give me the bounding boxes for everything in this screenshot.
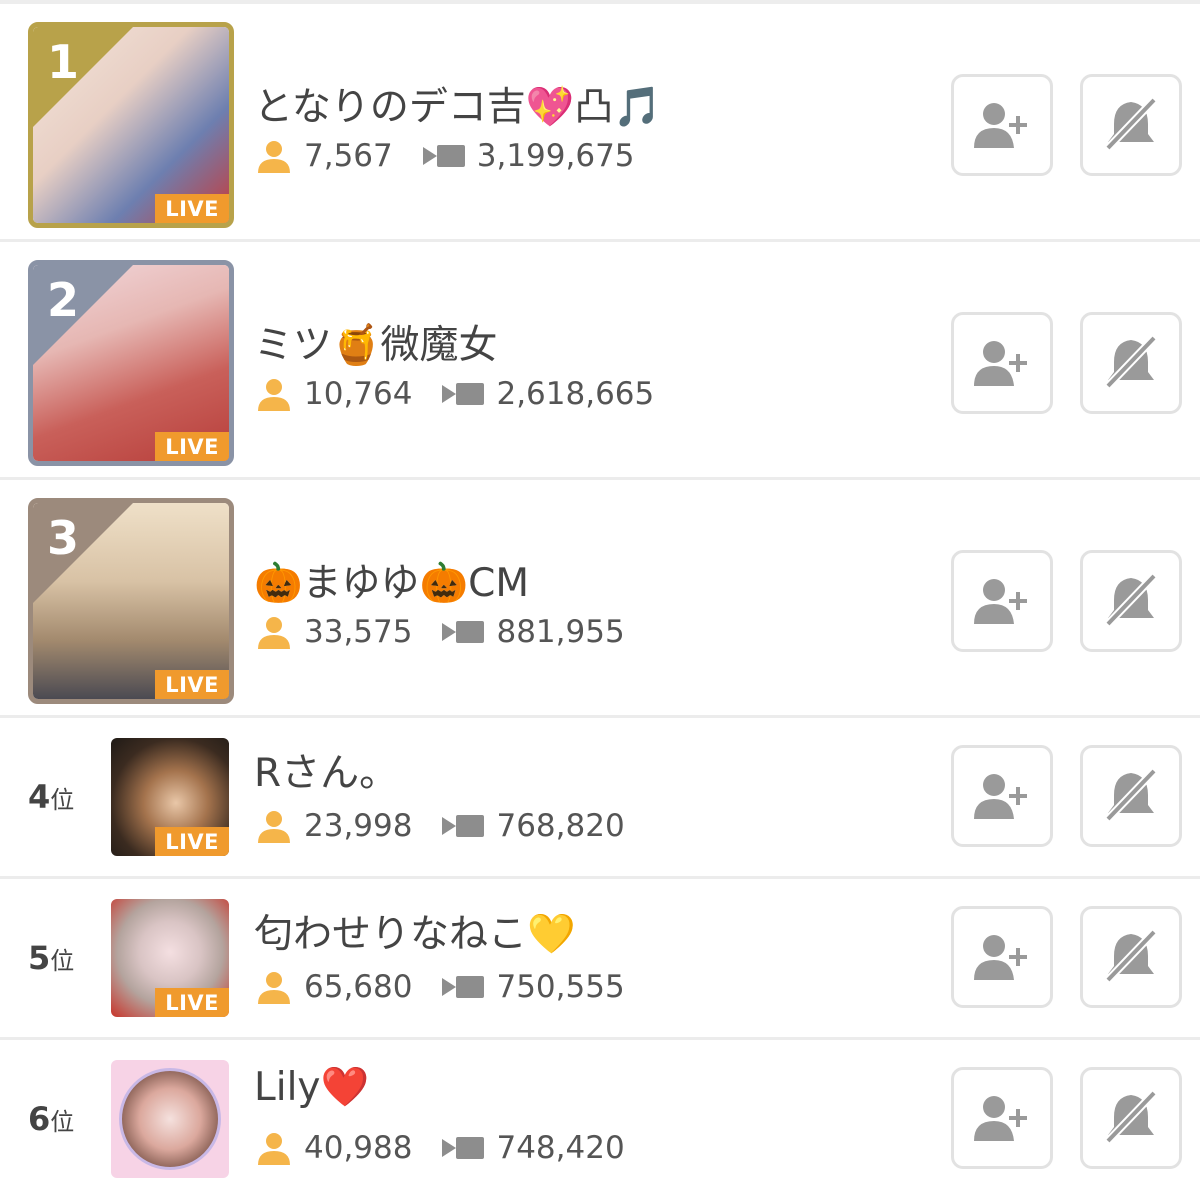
add-user-icon <box>974 579 1027 624</box>
person-icon <box>256 1131 292 1165</box>
live-badge: LIVE <box>155 670 229 699</box>
ranking-row[interactable]: 3 LIVE 🎃まゆゆ🎃CM 33,575 881,955 <box>0 480 1200 718</box>
rank-number: 5 <box>28 939 51 977</box>
add-user-icon <box>974 103 1027 148</box>
avatar-image <box>119 1068 221 1170</box>
mute-button[interactable] <box>1080 550 1182 652</box>
view-count: 768,820 <box>496 808 625 844</box>
streamer-name[interactable]: となりのデコ吉💖凸🎵 <box>254 76 662 132</box>
follower-count: 65,680 <box>304 969 413 1005</box>
view-count: 750,555 <box>496 969 625 1005</box>
add-user-icon <box>974 935 1027 980</box>
follow-button[interactable] <box>951 906 1053 1008</box>
ranking-row[interactable]: 2 LIVE ミツ🍯微魔女 10,764 2,618,665 <box>0 242 1200 480</box>
rank-number: 3 <box>47 511 80 565</box>
person-icon <box>256 809 292 843</box>
follower-count: 7,567 <box>304 138 393 174</box>
bell-off-icon <box>1105 929 1157 983</box>
avatar[interactable]: 1 LIVE <box>28 22 234 228</box>
streamer-name[interactable]: Rさん。 <box>254 742 398 798</box>
rank-number: 1 <box>47 35 80 89</box>
streamer-name[interactable]: Lily❤️ <box>254 1064 369 1110</box>
follow-button[interactable] <box>951 74 1053 176</box>
live-badge: LIVE <box>155 988 229 1017</box>
bell-off-icon <box>1105 768 1157 822</box>
avatar[interactable]: LIVE <box>111 899 229 1017</box>
add-user-icon <box>974 1096 1027 1141</box>
view-count: 2,618,665 <box>496 376 655 412</box>
ranking-row[interactable]: 6位 Lily❤️ 40,988 748,420 <box>0 1040 1200 1201</box>
avatar[interactable] <box>111 1060 229 1178</box>
rank-suffix: 位 <box>50 947 75 975</box>
add-user-icon <box>974 341 1027 386</box>
stats-line: 7,567 3,199,675 <box>256 138 665 174</box>
follow-button[interactable] <box>951 745 1053 847</box>
view-count: 748,420 <box>496 1130 625 1166</box>
live-badge: LIVE <box>155 827 229 856</box>
stats-line: 23,998 768,820 <box>256 808 655 844</box>
ranking-row[interactable]: 1 LIVE となりのデコ吉💖凸🎵 7,567 3,199,675 <box>0 4 1200 242</box>
rank-label: 6位 <box>28 1100 74 1138</box>
rank-label: 5位 <box>28 939 74 977</box>
bell-off-icon <box>1105 1090 1157 1144</box>
rank-number: 2 <box>47 273 80 327</box>
follower-count: 10,764 <box>304 376 413 412</box>
live-badge: LIVE <box>155 432 229 461</box>
video-icon <box>442 974 485 1000</box>
mute-button[interactable] <box>1080 1067 1182 1169</box>
video-icon <box>442 381 485 407</box>
avatar[interactable]: 2 LIVE <box>28 260 234 466</box>
streamer-name[interactable]: 🎃まゆゆ🎃CM <box>254 552 529 608</box>
mute-button[interactable] <box>1080 74 1182 176</box>
ranking-row[interactable]: 5位 LIVE 匂わせりなねこ💛 65,680 750,555 <box>0 879 1200 1040</box>
mute-button[interactable] <box>1080 312 1182 414</box>
streamer-name[interactable]: 匂わせりなねこ💛 <box>254 903 576 959</box>
follow-button[interactable] <box>951 550 1053 652</box>
video-icon <box>422 143 465 169</box>
rank-number: 4 <box>28 778 51 816</box>
mute-button[interactable] <box>1080 745 1182 847</box>
video-icon <box>442 619 485 645</box>
ranking-row[interactable]: 4位 LIVE Rさん。 23,998 768,820 <box>0 718 1200 879</box>
bell-off-icon <box>1105 335 1157 389</box>
mute-button[interactable] <box>1080 906 1182 1008</box>
rank-suffix: 位 <box>50 786 75 814</box>
follow-button[interactable] <box>951 1067 1053 1169</box>
streamer-name[interactable]: ミツ🍯微魔女 <box>254 314 498 370</box>
rank-suffix: 位 <box>50 1108 75 1136</box>
follower-count: 23,998 <box>304 808 413 844</box>
ranking-list: 1 LIVE となりのデコ吉💖凸🎵 7,567 3,199,675 2 LIVE <box>0 4 1200 1201</box>
stats-line: 10,764 2,618,665 <box>256 376 684 412</box>
bell-off-icon <box>1105 97 1157 151</box>
live-badge: LIVE <box>155 194 229 223</box>
stats-line: 65,680 750,555 <box>256 969 655 1005</box>
follower-count: 33,575 <box>304 614 413 650</box>
rank-label: 4位 <box>28 778 74 816</box>
bell-off-icon <box>1105 573 1157 627</box>
person-icon <box>256 377 292 411</box>
view-count: 881,955 <box>496 614 625 650</box>
avatar[interactable]: LIVE <box>111 738 229 856</box>
rank-number: 6 <box>28 1100 51 1138</box>
person-icon <box>256 615 292 649</box>
avatar[interactable]: 3 LIVE <box>28 498 234 704</box>
stats-line: 33,575 881,955 <box>256 614 655 650</box>
view-count: 3,199,675 <box>476 138 635 174</box>
stats-line: 40,988 748,420 <box>256 1130 655 1166</box>
video-icon <box>442 1135 485 1161</box>
video-icon <box>442 813 485 839</box>
person-icon <box>256 139 292 173</box>
follow-button[interactable] <box>951 312 1053 414</box>
person-icon <box>256 970 292 1004</box>
follower-count: 40,988 <box>304 1130 413 1166</box>
add-user-icon <box>974 774 1027 819</box>
